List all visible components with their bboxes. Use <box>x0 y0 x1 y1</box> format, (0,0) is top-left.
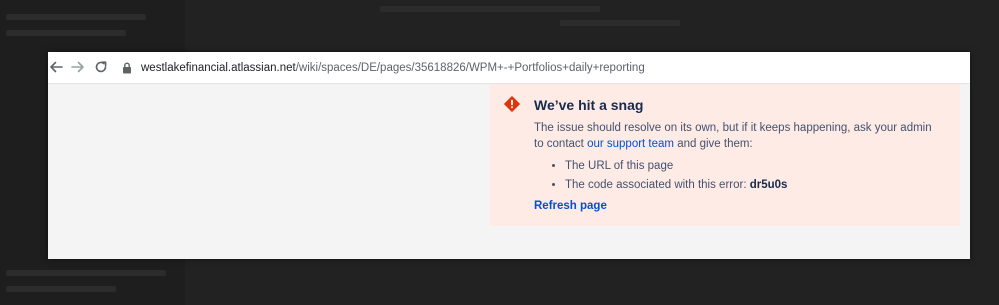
back-button[interactable] <box>48 59 64 75</box>
refresh-page-link[interactable]: Refresh page <box>534 200 607 212</box>
support-team-link[interactable]: our support team <box>587 138 674 150</box>
error-warning-icon <box>504 96 520 112</box>
error-message-panel: We’ve hit a snag The issue should resolv… <box>490 84 960 226</box>
browser-window: westlakefinancial.atlassian.net/wiki/spa… <box>48 52 970 259</box>
address-bar[interactable]: westlakefinancial.atlassian.net/wiki/spa… <box>114 57 964 78</box>
list-item-text: The code associated with this error: <box>565 179 750 191</box>
error-details-list: The URL of this page The code associated… <box>534 159 787 197</box>
forward-arrow-icon <box>71 61 84 73</box>
reload-icon <box>95 61 107 73</box>
background-decoration <box>560 20 680 26</box>
list-item-text: The URL of this page <box>565 160 674 172</box>
reload-button[interactable] <box>93 59 109 75</box>
error-description-tail: and give them: <box>674 138 753 150</box>
url-path: /wiki/spaces/DE/pages/35618826/WPM+-+Por… <box>295 61 645 74</box>
error-code: dr5u0s <box>749 179 788 191</box>
background-decoration <box>6 14 146 20</box>
error-description: The issue should resolve on its own, but… <box>534 120 944 152</box>
lock-icon <box>122 62 134 74</box>
forward-button[interactable] <box>70 59 86 75</box>
background-decoration <box>6 30 126 36</box>
list-item: The code associated with this error: dr5… <box>565 178 787 193</box>
list-item: The URL of this page <box>565 159 787 174</box>
browser-toolbar: westlakefinancial.atlassian.net/wiki/spa… <box>48 52 970 84</box>
url-text: westlakefinancial.atlassian.net/wiki/spa… <box>141 62 645 74</box>
url-host: westlakefinancial.atlassian.net <box>141 61 296 74</box>
background-decoration <box>6 286 116 292</box>
background-decoration <box>380 6 600 12</box>
page-content: We’ve hit a snag The issue should resolv… <box>48 84 970 259</box>
back-arrow-icon <box>50 61 63 73</box>
error-title: We’ve hit a snag <box>534 97 644 113</box>
background-decoration <box>6 270 166 276</box>
